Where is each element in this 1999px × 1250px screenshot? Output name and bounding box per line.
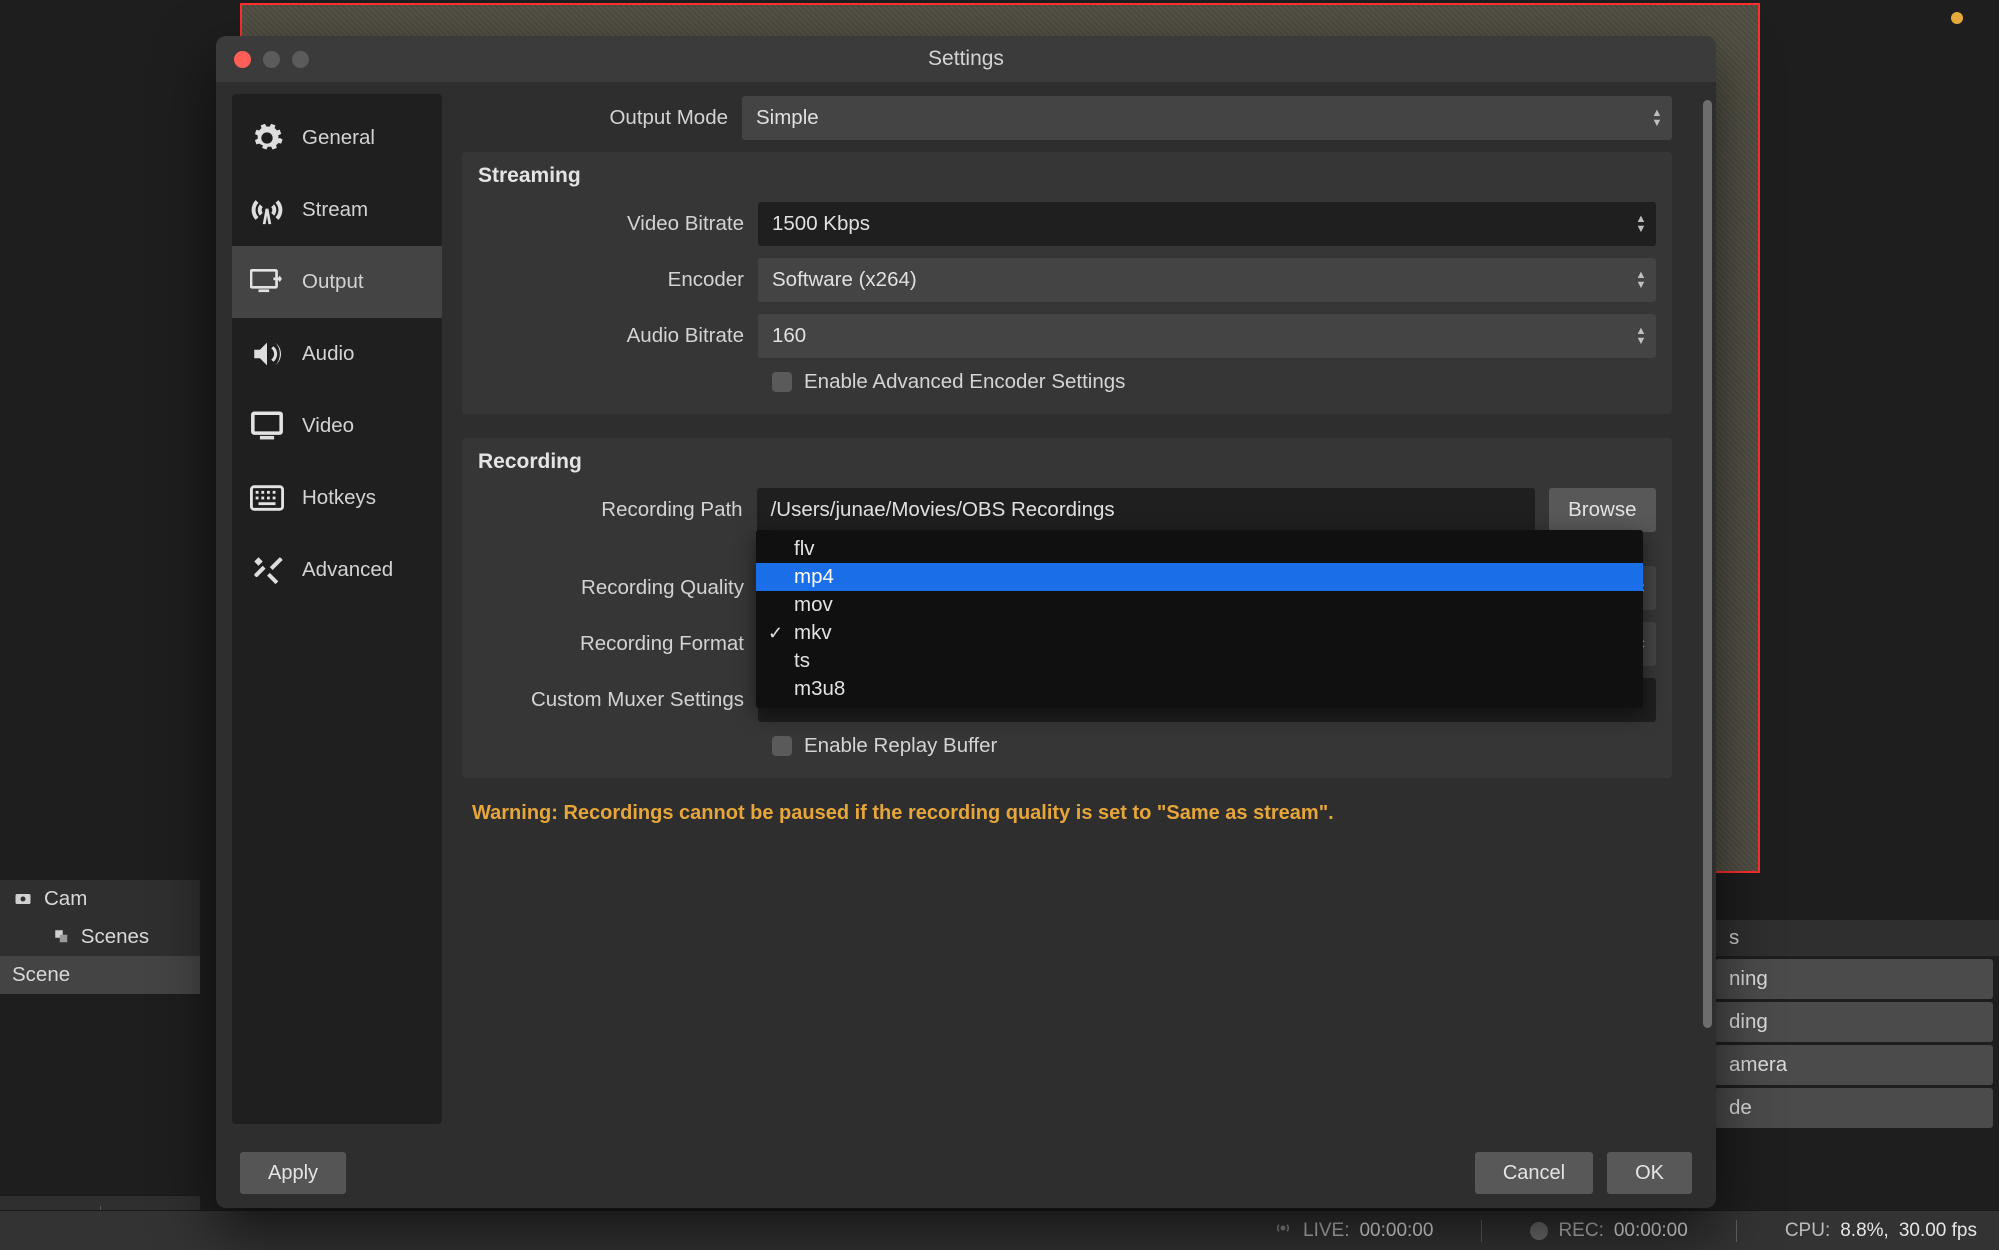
scenes-icon (51, 926, 73, 948)
checkmark-icon: ✓ (768, 623, 783, 644)
spinner-icon[interactable]: ▲▼ (1630, 206, 1652, 242)
warning-text: Warning: Recordings cannot be paused if … (472, 802, 1700, 825)
scene-label: Scene (12, 963, 70, 987)
titlebar[interactable]: Settings (216, 36, 1716, 82)
window-controls (234, 51, 309, 68)
video-bitrate-input[interactable]: 1500 Kbps ▲▼ (758, 202, 1656, 246)
cancel-button[interactable]: Cancel (1475, 1152, 1593, 1194)
sidebar-item-advanced[interactable]: Advanced (232, 534, 442, 606)
apply-button[interactable]: Apply (240, 1152, 346, 1194)
sidebar-item-label: Advanced (302, 558, 393, 582)
settings-sidebar: General Stream Output Audio (232, 94, 442, 1124)
minimize-window-button[interactable] (263, 51, 280, 68)
sidebar-item-label: Output (302, 270, 364, 294)
controls-panel: s ning ding amera de (1709, 920, 1999, 1131)
control-button-3[interactable]: de (1715, 1088, 1993, 1128)
speaker-icon (248, 335, 286, 373)
source-label: Cam (44, 887, 87, 911)
broadcast-icon (1273, 1218, 1293, 1244)
modal-footer: Apply Cancel OK (216, 1138, 1716, 1208)
settings-window: Settings General Stream Output (216, 36, 1716, 1208)
cpu-status: CPU: 8.8%, 30.00 fps (1785, 1220, 1977, 1242)
chevron-updown-icon: ▲▼ (1630, 262, 1652, 298)
keyboard-icon (248, 479, 286, 517)
source-item-cam[interactable]: Cam (0, 880, 200, 918)
monitor-icon (248, 407, 286, 445)
recording-format-label: Recording Format (478, 632, 758, 656)
gear-icon (248, 119, 286, 157)
format-option-m3u8[interactable]: m3u8 (756, 675, 1643, 703)
sidebar-item-label: Hotkeys (302, 486, 376, 510)
sidebar-item-hotkeys[interactable]: Hotkeys (232, 462, 442, 534)
separator (1736, 1220, 1737, 1242)
antenna-icon (248, 191, 286, 229)
recording-path-label: Recording Path (478, 498, 757, 522)
format-option-mov[interactable]: mov (756, 591, 1643, 619)
advanced-encoder-checkbox[interactable]: Enable Advanced Encoder Settings (772, 370, 1656, 394)
window-title: Settings (216, 47, 1716, 71)
section-header: Recording (478, 450, 1656, 474)
sidebar-item-audio[interactable]: Audio (232, 318, 442, 390)
recording-path-input[interactable]: /Users/junae/Movies/OBS Recordings (757, 488, 1535, 532)
chevron-updown-icon: ▲▼ (1630, 318, 1652, 354)
rec-status: REC: 00:00:00 (1530, 1220, 1687, 1242)
scenes-header-label: Scenes (81, 925, 149, 949)
encoder-select[interactable]: Software (x264) ▲▼ (758, 258, 1656, 302)
video-bitrate-label: Video Bitrate (478, 212, 758, 236)
record-dot-icon (1530, 1222, 1548, 1240)
checkbox-icon (772, 736, 792, 756)
custom-muxer-label: Custom Muxer Settings (478, 688, 758, 712)
settings-content: Output Mode Simple ▲▼ Streaming Video Bi… (442, 82, 1716, 1138)
audio-bitrate-select[interactable]: 160 ▲▼ (758, 314, 1656, 358)
ok-button[interactable]: OK (1607, 1152, 1692, 1194)
browse-button[interactable]: Browse (1549, 488, 1656, 532)
status-dot-icon (1951, 12, 1963, 24)
section-header: Streaming (478, 164, 1656, 188)
encoder-label: Encoder (478, 268, 758, 292)
checkbox-label: Enable Replay Buffer (804, 734, 997, 758)
sidebar-item-label: Audio (302, 342, 354, 366)
sidebar-item-output[interactable]: Output (232, 246, 442, 318)
format-option-mkv[interactable]: ✓mkv (756, 619, 1643, 647)
separator (1481, 1220, 1482, 1242)
zoom-window-button[interactable] (292, 51, 309, 68)
scene-row[interactable]: Scene (0, 956, 200, 994)
monitor-arrow-icon (248, 263, 286, 301)
output-mode-label: Output Mode (462, 106, 742, 130)
control-button-0[interactable]: ning (1715, 959, 1993, 999)
sidebar-item-label: Stream (302, 198, 368, 222)
sources-dock: Cam Scenes Scene (0, 880, 200, 994)
checkbox-icon (772, 372, 792, 392)
checkbox-label: Enable Advanced Encoder Settings (804, 370, 1125, 394)
format-option-ts[interactable]: ts (756, 647, 1643, 675)
close-window-button[interactable] (234, 51, 251, 68)
format-option-flv[interactable]: flv (756, 535, 1643, 563)
output-mode-select[interactable]: Simple ▲▼ (742, 96, 1672, 140)
sidebar-item-video[interactable]: Video (232, 390, 442, 462)
replay-buffer-checkbox[interactable]: Enable Replay Buffer (772, 734, 1656, 758)
chevron-updown-icon: ▲▼ (1646, 100, 1668, 136)
live-status: LIVE: 00:00:00 (1273, 1218, 1433, 1244)
camera-icon (12, 888, 34, 910)
control-button-2[interactable]: amera (1715, 1045, 1993, 1085)
controls-header: s (1709, 920, 1999, 956)
control-button-1[interactable]: ding (1715, 1002, 1993, 1042)
streaming-section: Streaming Video Bitrate 1500 Kbps ▲▼ Enc… (462, 152, 1672, 414)
format-option-mp4[interactable]: mp4 (756, 563, 1643, 591)
scenes-header: Scenes (0, 918, 200, 956)
sidebar-item-stream[interactable]: Stream (232, 174, 442, 246)
recording-quality-label: Recording Quality (478, 576, 758, 600)
audio-bitrate-label: Audio Bitrate (478, 324, 758, 348)
sidebar-item-label: General (302, 126, 375, 150)
sidebar-item-label: Video (302, 414, 354, 438)
tools-icon (248, 551, 286, 589)
sidebar-item-general[interactable]: General (232, 102, 442, 174)
status-bar: LIVE: 00:00:00 REC: 00:00:00 CPU: 8.8%, … (0, 1210, 1999, 1250)
recording-section: Recording Recording Path /Users/junae/Mo… (462, 438, 1672, 778)
recording-format-dropdown: flv mp4 mov ✓mkv ts m3u8 (756, 530, 1643, 708)
scrollbar[interactable] (1703, 100, 1712, 1028)
